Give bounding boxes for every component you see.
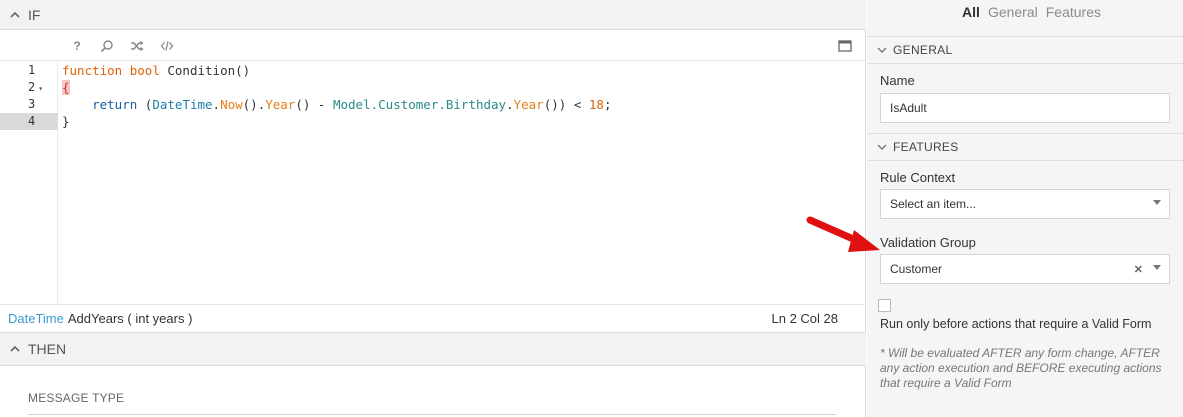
code-line: function bool Condition() [62, 63, 251, 78]
message-type-field-border[interactable] [28, 414, 836, 415]
maximize-button[interactable] [830, 33, 860, 59]
editor-status-bar: DateTime AddYears ( int years ) Ln 2 Col… [0, 304, 866, 332]
clear-icon[interactable]: ✕ [1134, 263, 1143, 276]
rule-context-select[interactable]: Select an item... [880, 189, 1170, 219]
validation-group-value: Customer [890, 262, 943, 276]
features-group-header[interactable]: FEATURES [867, 133, 1183, 161]
line-number-gutter: 1 2 ▾ 3 4 [0, 61, 58, 305]
signature-type: DateTime [8, 311, 64, 326]
tab-general[interactable]: General [988, 4, 1038, 20]
caret-down-icon [1153, 200, 1161, 205]
name-label: Name [880, 73, 915, 88]
chevron-down-icon [877, 144, 887, 150]
shuffle-button[interactable] [122, 33, 152, 59]
code-line: { [62, 79, 70, 96]
code-line: } [62, 114, 70, 129]
then-section-title: THEN [28, 341, 67, 357]
search-icon [100, 40, 113, 53]
help-button[interactable]: ? [62, 33, 92, 59]
rule-context-value: Select an item... [890, 197, 977, 211]
help-icon: ? [73, 39, 81, 53]
chevron-up-icon [10, 11, 20, 18]
line-number: 3 [28, 97, 36, 111]
annotation-arrow-icon [806, 216, 880, 252]
fold-arrow-icon[interactable]: ▾ [38, 84, 43, 93]
general-group-header[interactable]: GENERAL [867, 36, 1183, 64]
editor-toolbar: ? [0, 32, 866, 60]
chevron-up-icon [10, 345, 20, 352]
line-number: 1 [28, 63, 36, 77]
evaluation-note: * Will be evaluated AFTER any form chang… [880, 346, 1162, 390]
name-value: IsAdult [890, 101, 927, 115]
if-section-title: IF [28, 6, 41, 23]
code-icon [160, 41, 174, 51]
then-section-header[interactable]: THEN [0, 332, 866, 366]
properties-panel: All General Features GENERAL Name IsAdul… [867, 0, 1183, 417]
then-section-body: MESSAGE TYPE [0, 366, 866, 417]
code-editor[interactable]: 1 2 ▾ 3 4 function bool Condition() { ret… [0, 60, 866, 305]
code-line: return (DateTime.Now().Year() - Model.Cu… [92, 97, 612, 112]
validation-group-label: Validation Group [880, 235, 976, 250]
chevron-down-icon [877, 47, 887, 53]
valid-form-checkbox[interactable] [878, 299, 891, 312]
maximize-icon [838, 40, 852, 52]
name-input[interactable]: IsAdult [880, 93, 1170, 123]
rule-context-label: Rule Context [880, 170, 956, 185]
search-button[interactable] [92, 33, 122, 59]
valid-form-checkbox-label: Run only before actions that require a V… [880, 317, 1152, 331]
tab-all[interactable]: All [962, 4, 980, 20]
line-number: 2 ▾ [28, 80, 44, 94]
signature-text: AddYears ( int years ) [67, 311, 193, 326]
validation-group-select[interactable]: Customer ✕ [880, 254, 1170, 284]
tab-features[interactable]: Features [1046, 4, 1101, 20]
cursor-position: Ln 2 Col 28 [771, 311, 839, 326]
line-number-active: 4 [0, 113, 58, 130]
if-section-header[interactable]: IF [0, 0, 866, 30]
caret-down-icon [1153, 265, 1161, 270]
shuffle-icon [131, 40, 144, 52]
properties-tabs: All General Features [962, 4, 1101, 20]
code-button[interactable] [152, 33, 182, 59]
rule-editor-pane: IF ? 1 2 ▾ 3 4 function bool Condition()… [0, 0, 866, 417]
brace-highlight: { [62, 80, 70, 95]
message-type-label: MESSAGE TYPE [28, 391, 125, 405]
